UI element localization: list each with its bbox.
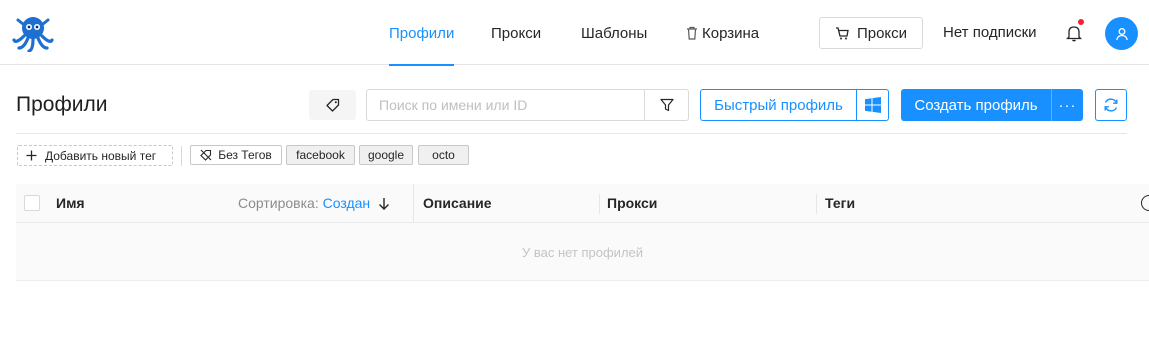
user-icon	[1115, 27, 1128, 40]
search-input[interactable]	[367, 90, 644, 120]
nav-tab-profiles[interactable]: Профили	[389, 0, 455, 66]
nav-tab-label: Корзина	[702, 25, 760, 42]
tag-separator	[181, 146, 182, 166]
sort-value: Создан	[322, 195, 371, 211]
nav-tab-label: Шаблоны	[581, 25, 648, 42]
tag-label: octo	[432, 148, 455, 162]
notification-dot	[1078, 19, 1084, 25]
add-tag-label: Добавить новый тег	[45, 148, 157, 163]
tag-google[interactable]: google	[359, 145, 413, 165]
column-header-name[interactable]: Имя	[56, 184, 85, 223]
search-box	[366, 89, 689, 121]
user-avatar[interactable]	[1105, 17, 1138, 50]
toolbar-divider	[16, 133, 1127, 134]
nav-tab-proxies[interactable]: Прокси	[491, 0, 541, 65]
tag-icon	[325, 98, 339, 112]
column-header-tags: Теги	[825, 195, 856, 211]
column-divider	[599, 194, 600, 214]
bell-icon[interactable]	[1066, 24, 1082, 42]
trash-icon	[687, 26, 697, 40]
quick-profile-button[interactable]: Быстрый профиль	[700, 89, 857, 121]
filter-button[interactable]	[644, 90, 688, 120]
tag-label: Без Тегов	[218, 148, 272, 162]
quick-profile-label: Быстрый профиль	[714, 96, 843, 114]
nav-tab-trash[interactable]: Корзина	[686, 0, 759, 65]
select-all-checkbox[interactable]	[24, 195, 40, 211]
sort-control[interactable]: Сортировка: Создан	[238, 184, 390, 223]
tag-no-tags[interactable]: Без Тегов	[190, 145, 282, 165]
empty-state-text: У вас нет профилей	[521, 244, 644, 260]
sort-label: Сортировка:	[238, 195, 319, 211]
nav-tab-label: Прокси	[491, 25, 542, 42]
buy-proxy-button[interactable]: Прокси	[819, 17, 923, 49]
filter-icon	[659, 98, 674, 112]
refresh-icon	[1104, 98, 1118, 112]
tag-off-icon	[200, 149, 212, 161]
table-header: Имя Сортировка: Создан Описание Прокси Т…	[16, 184, 1149, 223]
more-label: ···	[1058, 96, 1077, 114]
column-settings-icon[interactable]	[1141, 195, 1149, 211]
tag-facebook[interactable]: facebook	[286, 145, 355, 165]
create-more-button[interactable]: ···	[1051, 89, 1083, 121]
arrow-down-icon	[379, 198, 390, 210]
create-profile-button[interactable]: Создать профиль	[901, 89, 1051, 121]
buy-proxy-label: Прокси	[856, 24, 908, 42]
nav-tab-label: Профили	[389, 25, 455, 42]
octopus-logo-icon[interactable]	[12, 14, 54, 52]
column-divider	[413, 184, 414, 223]
tag-filter-button[interactable]	[309, 90, 356, 120]
page-title: Профили	[16, 93, 108, 116]
tag-label: facebook	[296, 148, 345, 162]
column-header-description: Описание	[423, 195, 492, 211]
nav-tab-templates[interactable]: Шаблоны	[581, 0, 647, 65]
create-profile-label: Создать профиль	[914, 96, 1038, 114]
table-body: У вас нет профилей	[16, 223, 1149, 281]
refresh-button[interactable]	[1095, 89, 1127, 121]
tag-label: google	[367, 148, 405, 162]
quick-profile-os-button[interactable]	[856, 89, 889, 121]
subscription-status[interactable]: Нет подписки	[943, 24, 1037, 41]
column-divider	[816, 194, 817, 214]
column-header-proxy: Прокси	[607, 195, 658, 211]
top-navigation-bar: Профили Прокси Шаблоны Корзина Прокси Не…	[0, 0, 1149, 66]
add-tag-button[interactable]: Добавить новый тег	[17, 145, 173, 166]
plus-icon	[26, 150, 37, 161]
tag-octo[interactable]: octo	[418, 145, 469, 165]
cart-icon	[835, 26, 849, 39]
windows-icon	[864, 97, 881, 113]
